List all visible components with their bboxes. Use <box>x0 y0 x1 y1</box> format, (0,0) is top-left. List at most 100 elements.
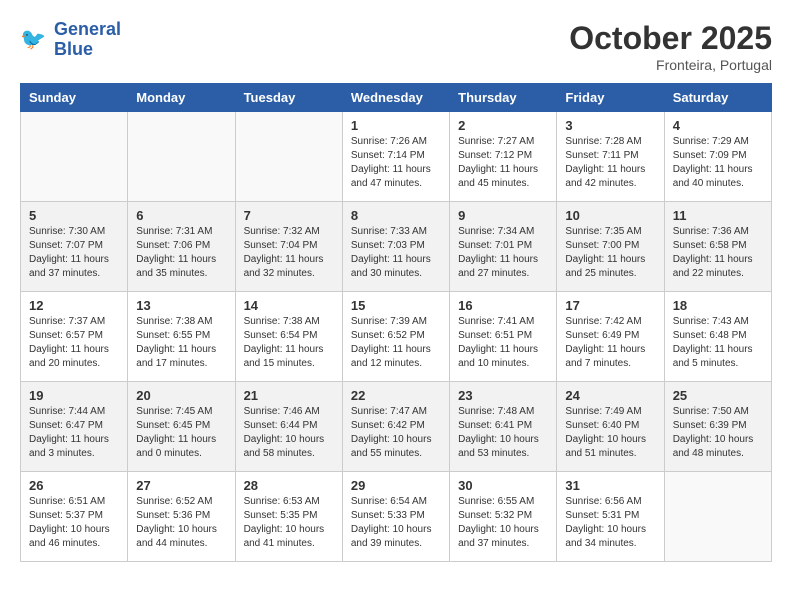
day-info: Sunrise: 7:31 AM Sunset: 7:06 PM Dayligh… <box>136 225 226 281</box>
day-info: Sunrise: 7:50 AM Sunset: 6:39 PM Dayligh… <box>673 405 763 461</box>
day-info: Sunrise: 7:47 AM Sunset: 6:42 PM Dayligh… <box>351 405 441 461</box>
day-info: Sunrise: 6:52 AM Sunset: 5:36 PM Dayligh… <box>136 495 226 551</box>
day-info: Sunrise: 7:43 AM Sunset: 6:48 PM Dayligh… <box>673 315 763 371</box>
day-number: 20 <box>136 388 226 403</box>
day-info: Sunrise: 7:46 AM Sunset: 6:44 PM Dayligh… <box>244 405 334 461</box>
logo: 🐦 General Blue <box>20 20 121 60</box>
day-info: Sunrise: 7:35 AM Sunset: 7:00 PM Dayligh… <box>565 225 655 281</box>
day-info: Sunrise: 7:32 AM Sunset: 7:04 PM Dayligh… <box>244 225 334 281</box>
day-number: 24 <box>565 388 655 403</box>
day-number: 5 <box>29 208 119 223</box>
title-block: October 2025 Fronteira, Portugal <box>569 20 772 73</box>
calendar-cell: 16 Sunrise: 7:41 AM Sunset: 6:51 PM Dayli… <box>450 292 557 382</box>
calendar-cell: 11Sunrise: 7:36 AM Sunset: 6:58 PM Dayli… <box>664 202 771 292</box>
calendar-cell: 5 Sunrise: 7:30 AM Sunset: 7:07 PM Daylig… <box>21 202 128 292</box>
day-info: Sunrise: 7:44 AM Sunset: 6:47 PM Dayligh… <box>29 405 119 461</box>
day-info: Sunrise: 7:33 AM Sunset: 7:03 PM Dayligh… <box>351 225 441 281</box>
calendar-cell: 8 Sunrise: 7:33 AM Sunset: 7:03 PM Daylig… <box>342 202 449 292</box>
day-number: 15 <box>351 298 441 313</box>
calendar-cell: 20Sunrise: 7:45 AM Sunset: 6:45 PM Dayli… <box>128 382 235 472</box>
calendar-cell: 25 Sunrise: 7:50 AM Sunset: 6:39 PM Dayli… <box>664 382 771 472</box>
day-header-wednesday: Wednesday <box>342 84 449 112</box>
day-number: 7 <box>244 208 334 223</box>
day-number: 12 <box>29 298 119 313</box>
day-number: 26 <box>29 478 119 493</box>
day-info: Sunrise: 6:56 AM Sunset: 5:31 PM Dayligh… <box>565 495 655 551</box>
week-row-4: 19 Sunrise: 7:44 AM Sunset: 6:47 PM Dayli… <box>21 382 772 472</box>
calendar-cell: 4 Sunrise: 7:29 AM Sunset: 7:09 PM Daylig… <box>664 112 771 202</box>
day-info: Sunrise: 7:38 AM Sunset: 6:54 PM Dayligh… <box>244 315 334 371</box>
day-info: Sunrise: 7:34 AM Sunset: 7:01 PM Dayligh… <box>458 225 548 281</box>
day-info: Sunrise: 7:49 AM Sunset: 6:40 PM Dayligh… <box>565 405 655 461</box>
day-info: Sunrise: 7:37 AM Sunset: 6:57 PM Dayligh… <box>29 315 119 371</box>
svg-text:🐦: 🐦 <box>20 28 46 51</box>
day-number: 17 <box>565 298 655 313</box>
calendar-cell: 1 Sunrise: 7:26 AM Sunset: 7:14 PM Daylig… <box>342 112 449 202</box>
day-number: 16 <box>458 298 548 313</box>
day-number: 11 <box>673 208 763 223</box>
day-number: 27 <box>136 478 226 493</box>
calendar-cell: 21 Sunrise: 7:46 AM Sunset: 6:44 PM Dayli… <box>235 382 342 472</box>
day-info: Sunrise: 7:48 AM Sunset: 6:41 PM Dayligh… <box>458 405 548 461</box>
day-number: 28 <box>244 478 334 493</box>
days-header-row: SundayMondayTuesdayWednesdayThursdayFrid… <box>21 84 772 112</box>
day-info: Sunrise: 7:41 AM Sunset: 6:51 PM Dayligh… <box>458 315 548 371</box>
calendar-cell <box>664 472 771 562</box>
day-info: Sunrise: 7:42 AM Sunset: 6:49 PM Dayligh… <box>565 315 655 371</box>
day-number: 21 <box>244 388 334 403</box>
day-number: 29 <box>351 478 441 493</box>
day-info: Sunrise: 6:54 AM Sunset: 5:33 PM Dayligh… <box>351 495 441 551</box>
calendar-cell: 13 Sunrise: 7:38 AM Sunset: 6:55 PM Dayli… <box>128 292 235 382</box>
day-info: Sunrise: 7:26 AM Sunset: 7:14 PM Dayligh… <box>351 135 441 191</box>
day-number: 22 <box>351 388 441 403</box>
day-number: 3 <box>565 118 655 133</box>
calendar-cell: 17 Sunrise: 7:42 AM Sunset: 6:49 PM Dayli… <box>557 292 664 382</box>
day-number: 4 <box>673 118 763 133</box>
calendar-cell: 26Sunrise: 6:51 AM Sunset: 5:37 PM Dayli… <box>21 472 128 562</box>
calendar-cell: 15Sunrise: 7:39 AM Sunset: 6:52 PM Dayli… <box>342 292 449 382</box>
logo-line2: Blue <box>54 39 93 59</box>
day-info: Sunrise: 6:53 AM Sunset: 5:35 PM Dayligh… <box>244 495 334 551</box>
day-number: 25 <box>673 388 763 403</box>
day-number: 13 <box>136 298 226 313</box>
logo-line1: General <box>54 19 121 39</box>
day-number: 10 <box>565 208 655 223</box>
calendar-cell: 31 Sunrise: 6:56 AM Sunset: 5:31 PM Dayli… <box>557 472 664 562</box>
day-number: 31 <box>565 478 655 493</box>
day-number: 2 <box>458 118 548 133</box>
calendar-cell: 27 Sunrise: 6:52 AM Sunset: 5:36 PM Dayli… <box>128 472 235 562</box>
day-header-friday: Friday <box>557 84 664 112</box>
calendar-cell: 24 Sunrise: 7:49 AM Sunset: 6:40 PM Dayli… <box>557 382 664 472</box>
week-row-2: 5 Sunrise: 7:30 AM Sunset: 7:07 PM Daylig… <box>21 202 772 292</box>
calendar-cell: 2 Sunrise: 7:27 AM Sunset: 7:12 PM Daylig… <box>450 112 557 202</box>
day-info: Sunrise: 7:29 AM Sunset: 7:09 PM Dayligh… <box>673 135 763 191</box>
calendar-cell: 28 Sunrise: 6:53 AM Sunset: 5:35 PM Dayli… <box>235 472 342 562</box>
day-header-tuesday: Tuesday <box>235 84 342 112</box>
calendar-cell: 18 Sunrise: 7:43 AM Sunset: 6:48 PM Dayli… <box>664 292 771 382</box>
day-info: Sunrise: 6:55 AM Sunset: 5:32 PM Dayligh… <box>458 495 548 551</box>
week-row-3: 12 Sunrise: 7:37 AM Sunset: 6:57 PM Dayli… <box>21 292 772 382</box>
calendar-cell: 6 Sunrise: 7:31 AM Sunset: 7:06 PM Daylig… <box>128 202 235 292</box>
calendar-cell: 19 Sunrise: 7:44 AM Sunset: 6:47 PM Dayli… <box>21 382 128 472</box>
calendar-cell <box>21 112 128 202</box>
calendar-cell: 9Sunrise: 7:34 AM Sunset: 7:01 PM Daylig… <box>450 202 557 292</box>
day-header-saturday: Saturday <box>664 84 771 112</box>
day-info: Sunrise: 7:30 AM Sunset: 7:07 PM Dayligh… <box>29 225 119 281</box>
day-info: Sunrise: 7:38 AM Sunset: 6:55 PM Dayligh… <box>136 315 226 371</box>
day-info: Sunrise: 7:28 AM Sunset: 7:11 PM Dayligh… <box>565 135 655 191</box>
month-title: October 2025 <box>569 20 772 57</box>
calendar-cell: 23 Sunrise: 7:48 AM Sunset: 6:41 PM Dayli… <box>450 382 557 472</box>
calendar-cell: 10 Sunrise: 7:35 AM Sunset: 7:00 PM Dayli… <box>557 202 664 292</box>
week-row-1: 1 Sunrise: 7:26 AM Sunset: 7:14 PM Daylig… <box>21 112 772 202</box>
day-number: 23 <box>458 388 548 403</box>
day-number: 6 <box>136 208 226 223</box>
logo-text: General Blue <box>54 20 121 60</box>
day-number: 18 <box>673 298 763 313</box>
day-number: 1 <box>351 118 441 133</box>
day-info: Sunrise: 7:27 AM Sunset: 7:12 PM Dayligh… <box>458 135 548 191</box>
week-row-5: 26Sunrise: 6:51 AM Sunset: 5:37 PM Dayli… <box>21 472 772 562</box>
day-header-monday: Monday <box>128 84 235 112</box>
day-number: 8 <box>351 208 441 223</box>
calendar-cell: 7 Sunrise: 7:32 AM Sunset: 7:04 PM Daylig… <box>235 202 342 292</box>
day-number: 19 <box>29 388 119 403</box>
